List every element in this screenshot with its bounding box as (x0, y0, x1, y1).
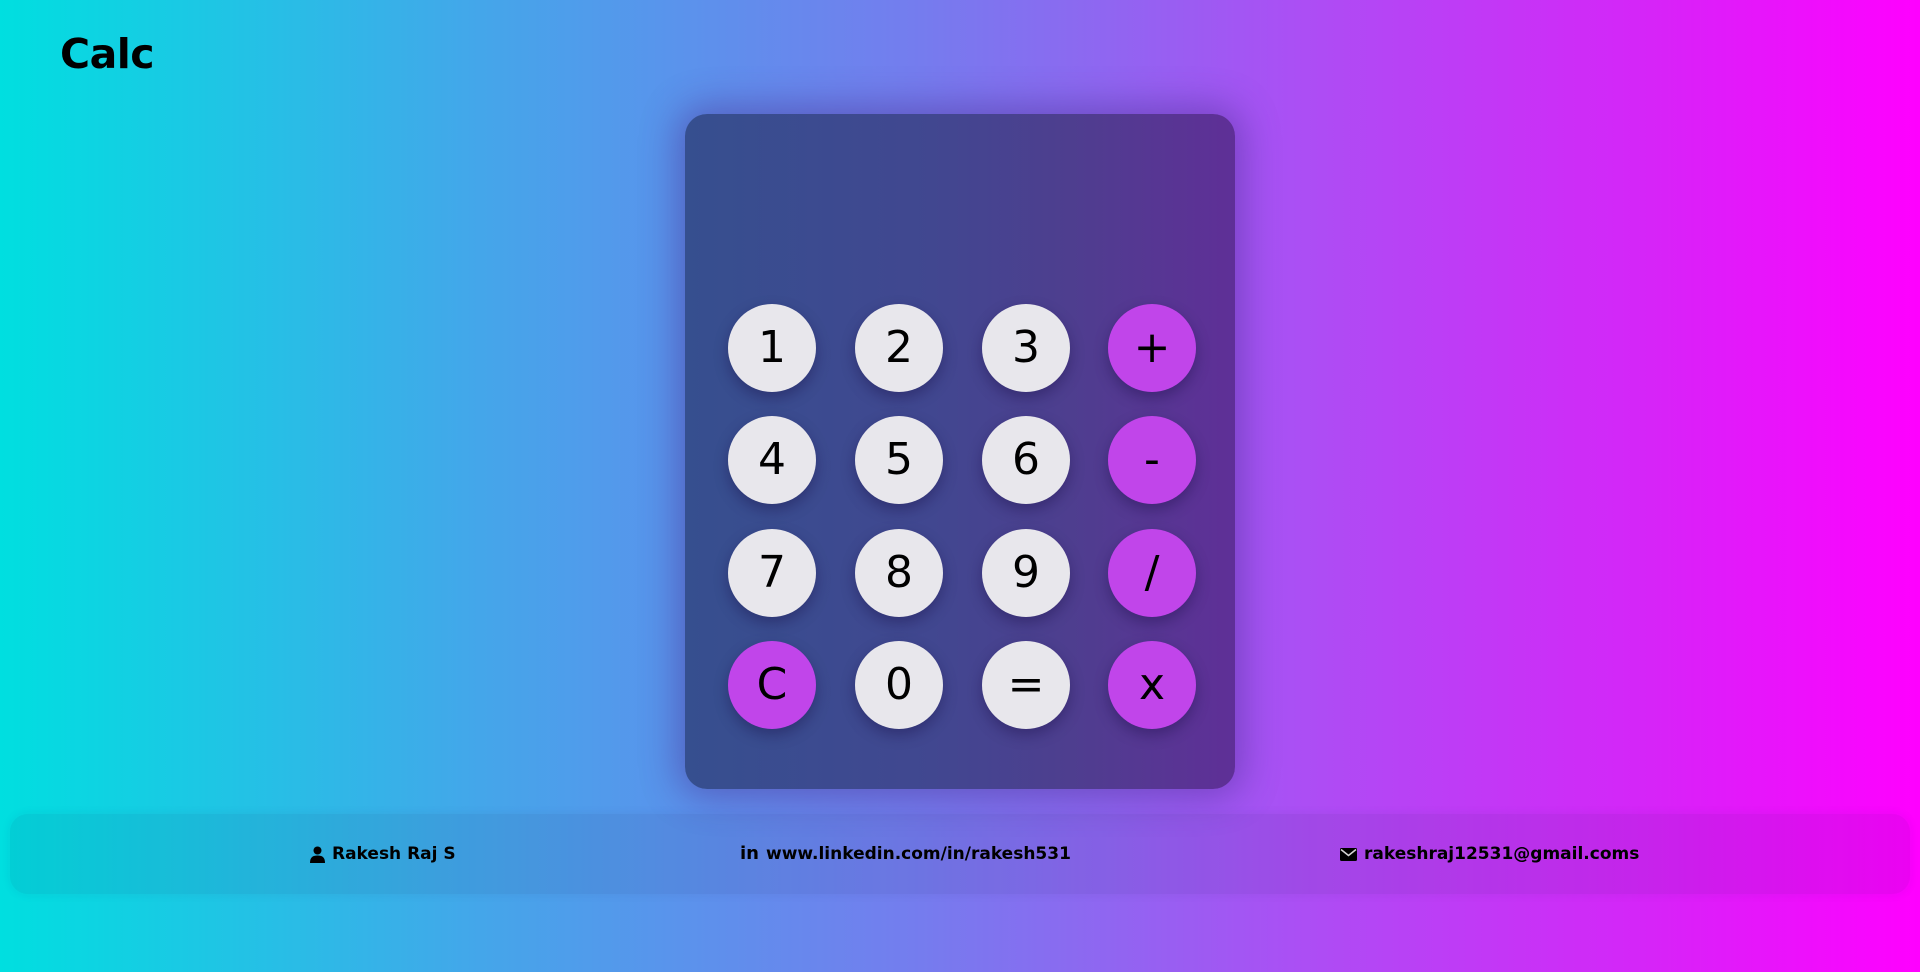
key-clear[interactable]: C (728, 641, 816, 729)
key-5[interactable]: 5 (855, 416, 943, 504)
email-link[interactable]: rakeshraj12531@gmail.coms (1364, 814, 1639, 894)
key-multiply[interactable]: x (1108, 641, 1196, 729)
footer: Rakesh Raj S in www.linkedin.com/in/rake… (10, 814, 1910, 894)
linkedin-info: in www.linkedin.com/in/rakesh531 (740, 814, 1071, 894)
key-minus[interactable]: - (1108, 416, 1196, 504)
linkedin-icon: in (740, 843, 759, 864)
key-8[interactable]: 8 (855, 529, 943, 617)
key-equals[interactable]: = (982, 641, 1070, 729)
key-plus[interactable]: + (1108, 304, 1196, 392)
key-6[interactable]: 6 (982, 416, 1070, 504)
key-3[interactable]: 3 (982, 304, 1070, 392)
key-0[interactable]: 0 (855, 641, 943, 729)
calculator-display (725, 144, 1195, 294)
author-info: Rakesh Raj S (310, 814, 456, 894)
key-1[interactable]: 1 (728, 304, 816, 392)
key-divide[interactable]: / (1108, 529, 1196, 617)
email-info: rakeshraj12531@gmail.coms (1340, 814, 1639, 894)
key-4[interactable]: 4 (728, 416, 816, 504)
author-name: Rakesh Raj S (332, 844, 456, 864)
envelope-icon (1340, 847, 1357, 861)
key-9[interactable]: 9 (982, 529, 1070, 617)
app-title: Calc (60, 30, 155, 78)
key-2[interactable]: 2 (855, 304, 943, 392)
linkedin-link[interactable]: www.linkedin.com/in/rakesh531 (766, 814, 1071, 894)
key-7[interactable]: 7 (728, 529, 816, 617)
user-icon (310, 846, 325, 863)
calculator-panel: 1 2 3 + 4 5 6 - 7 8 9 / C 0 = x (685, 114, 1235, 789)
